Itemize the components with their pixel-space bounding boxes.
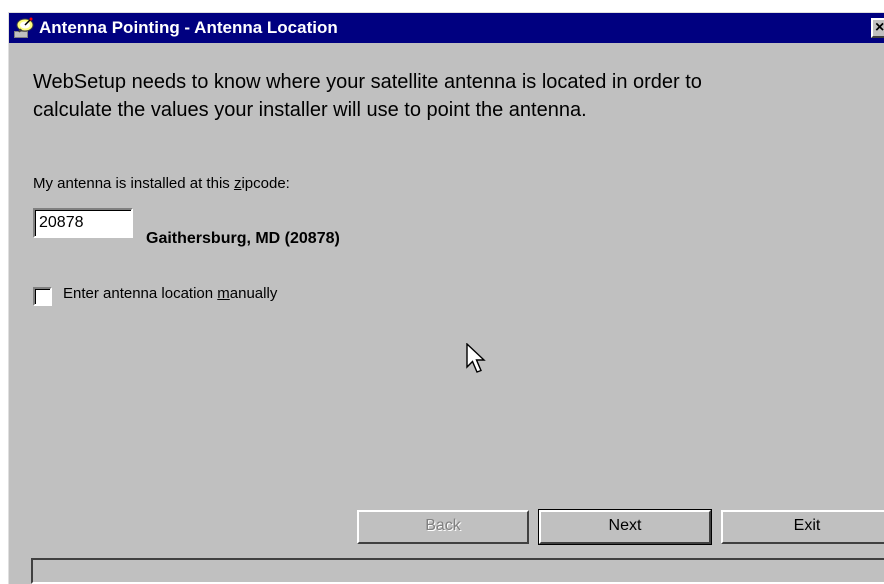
back-button[interactable]: Back: [357, 510, 529, 544]
close-button[interactable]: ×: [871, 18, 884, 38]
status-bar: [31, 558, 884, 584]
manual-location-checkbox[interactable]: [33, 287, 52, 306]
intro-line-2: calculate the values your installer will…: [33, 99, 587, 121]
window-title: Antenna Pointing - Antenna Location: [39, 18, 338, 37]
manual-label-suffix: anually: [229, 285, 278, 302]
zipcode-label-prefix: My antenna is installed at this: [33, 175, 234, 192]
antenna-location-dialog: Antenna Pointing - Antenna Location × We…: [8, 12, 884, 584]
zipcode-input[interactable]: [33, 208, 133, 238]
resolved-location: Gaithersburg, MD (20878): [146, 230, 340, 247]
next-button[interactable]: Next: [538, 509, 712, 545]
intro-line-1: WebSetup needs to know where your satell…: [33, 71, 702, 93]
intro-text: WebSetup needs to know where your satell…: [33, 68, 863, 124]
satellite-dish-icon: [14, 17, 34, 38]
manual-label-prefix: Enter antenna location: [63, 285, 218, 302]
manual-location-label[interactable]: Enter antenna location manually: [63, 285, 277, 302]
manual-label-accelerator: m: [217, 285, 230, 302]
exit-button[interactable]: Exit: [721, 510, 884, 544]
title-bar[interactable]: Antenna Pointing - Antenna Location ×: [9, 13, 884, 43]
zipcode-label-suffix: ipcode:: [241, 175, 290, 192]
mouse-pointer-icon: [466, 343, 486, 373]
zipcode-label: My antenna is installed at this zipcode:: [33, 175, 290, 192]
close-icon: ×: [875, 19, 884, 36]
